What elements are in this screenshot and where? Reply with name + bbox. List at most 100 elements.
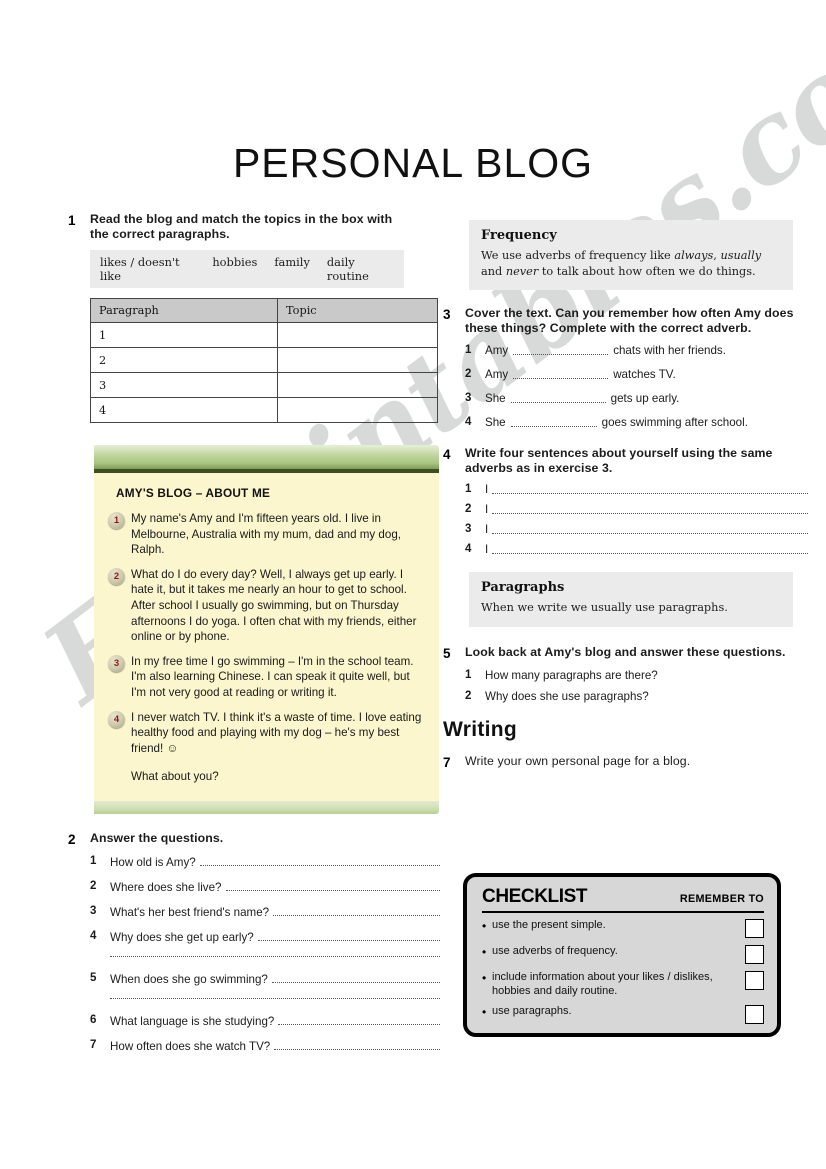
table-row: 1	[90, 322, 438, 348]
match-table: Paragraph Topic 1 2 3 4	[90, 298, 438, 423]
checklist-checkbox[interactable]	[745, 919, 764, 938]
answer-line[interactable]	[271, 971, 440, 983]
answer-line[interactable]	[278, 1013, 440, 1025]
question-number: 1	[90, 854, 97, 867]
question-text: Why does she use paragraphs?	[485, 689, 649, 703]
sentence-prefix: I	[485, 523, 489, 536]
frequency-box-text: We use adverbs of frequency like always,…	[481, 248, 781, 279]
exercise-4-number: 4	[443, 447, 451, 462]
exercise-3: 3 Cover the text. Can you remember how o…	[443, 306, 808, 430]
exercise-4: 4 Write four sentences about yourself us…	[443, 446, 808, 558]
blog-closing-line: What about you?	[131, 770, 219, 784]
question-text: How old is Amy?	[110, 855, 196, 869]
blog-body: AMY'S BLOG – ABOUT ME 1 My name's Amy an…	[94, 473, 439, 801]
item-number: 1	[465, 344, 472, 356]
table-cell-topic[interactable]	[277, 347, 438, 373]
question-number: 5	[90, 971, 97, 984]
frequency-adverb-always: always	[674, 249, 714, 262]
paragraph-number-badge: 3	[108, 654, 125, 672]
blog-paragraph: 1 My name's Amy and I'm fifteen years ol…	[108, 511, 425, 558]
question-text: Where does she live?	[110, 880, 222, 894]
exercise-5-head: 5 Look back at Amy's blog and answer the…	[443, 645, 808, 661]
paragraph-number-badge: 4	[108, 710, 125, 728]
topic-item: hobbies	[212, 255, 258, 269]
exercise-5-questions: 1 How many paragraphs are there? 2 Why d…	[465, 668, 808, 704]
checklist-title: CHECKLIST	[482, 886, 588, 907]
answer-line-continued[interactable]	[110, 945, 440, 957]
answer-line-continued[interactable]	[110, 987, 440, 999]
checklist-checkbox[interactable]	[745, 971, 764, 990]
blank-input[interactable]	[513, 367, 609, 379]
question-text: What's her best friend's name?	[110, 905, 270, 919]
item-number: 2	[465, 368, 472, 380]
question-number: 7	[90, 1038, 97, 1051]
question-row: 7 How often does she watch TV?	[90, 1038, 440, 1054]
item-number: 3	[465, 523, 472, 535]
frequency-adverb-usually: usually	[720, 249, 762, 262]
blank-input[interactable]	[513, 343, 609, 355]
answer-line[interactable]	[492, 482, 808, 494]
blank-input[interactable]	[510, 391, 606, 403]
paragraphs-box-text: When we write we usually use paragraphs.	[481, 601, 728, 614]
sentence-prefix: I	[485, 503, 489, 516]
bullet-icon: •	[482, 945, 487, 959]
item-number: 4	[465, 416, 472, 428]
table-row: 4	[90, 397, 438, 423]
answer-line[interactable]	[492, 542, 808, 554]
item-number: 3	[465, 392, 472, 404]
answer-line[interactable]	[274, 1038, 440, 1050]
paragraphs-info-box: Paragraphs When we write we usually use …	[469, 572, 793, 627]
checklist-item: • use adverbs of frequency.	[482, 945, 764, 964]
topics-box: likes / doesn't like hobbies family dail…	[90, 250, 404, 288]
question-text: What language is she studying?	[110, 1014, 275, 1028]
fill-blank-row: 2 Amy watches TV.	[465, 367, 808, 382]
answer-line[interactable]	[199, 854, 440, 866]
sentence-row: 1 I	[465, 482, 808, 498]
exercise-2: 2 Answer the questions. 1 How old is Amy…	[68, 831, 440, 1054]
table-cell-topic[interactable]	[277, 397, 438, 423]
sentence-prefix: I	[485, 483, 489, 496]
blank-input[interactable]	[510, 415, 597, 427]
question-row: 4 Why does she get up early?	[90, 929, 440, 962]
checklist-item: • include information about your likes /…	[482, 971, 764, 998]
exercise-2-questions: 1 How old is Amy? 2 Where does she live?	[90, 854, 440, 1054]
paragraphs-box-title: Paragraphs	[481, 580, 565, 595]
fill-blank-row: 1 Amy chats with her friends.	[465, 343, 808, 358]
checklist-box: CHECKLIST REMEMBER TO • use the present …	[463, 873, 781, 1037]
blank-suffix: watches TV.	[613, 368, 676, 381]
answer-line[interactable]	[273, 904, 440, 916]
blog-paragraph-text: I never watch TV. I think it's a waste o…	[131, 710, 422, 755]
blank-suffix: goes swimming after school.	[601, 416, 748, 429]
table-header-row: Paragraph Topic	[90, 298, 438, 323]
blog-bottom-bar	[94, 800, 439, 814]
checklist-item: • use paragraphs.	[482, 1005, 764, 1024]
blog-paragraph: 4 I never watch TV. I think it's a waste…	[108, 710, 425, 757]
answer-line[interactable]	[257, 929, 440, 941]
checklist-checkbox[interactable]	[745, 1005, 764, 1024]
right-column: Frequency We use adverbs of frequency li…	[443, 220, 808, 770]
question-text: How many paragraphs are there?	[485, 668, 658, 682]
checklist-checkbox[interactable]	[745, 945, 764, 964]
table-cell-topic[interactable]	[277, 322, 438, 348]
table-cell-paragraph: 4	[90, 397, 278, 423]
bullet-icon: •	[482, 971, 487, 985]
page-title: PERSONAL BLOG	[232, 140, 594, 186]
frequency-text-part: to talk about how often we do things.	[538, 264, 756, 278]
question-number: 4	[90, 929, 97, 942]
exercise-3-head: 3 Cover the text. Can you remember how o…	[443, 306, 808, 336]
exercise-1-instruction: Read the blog and match the topics in th…	[90, 212, 393, 241]
exercise-1-head: 1 Read the blog and match the topics in …	[68, 212, 440, 242]
exercise-4-head: 4 Write four sentences about yourself us…	[443, 446, 808, 476]
blog-paragraph-text: What do I do every day? Well, I always g…	[131, 567, 417, 644]
answer-line[interactable]	[492, 502, 808, 514]
blank-suffix: gets up early.	[610, 392, 680, 405]
table-cell-topic[interactable]	[277, 372, 438, 398]
worksheet-page: EslPrintables.com PERSONAL BLOG 1 Read t…	[0, 0, 826, 1169]
blank-prefix: She	[485, 416, 506, 429]
answer-line[interactable]	[225, 879, 440, 891]
item-number: 1	[465, 483, 472, 495]
writing-section-heading: Writing	[443, 717, 518, 741]
answer-line[interactable]	[492, 522, 808, 534]
blog-card: AMY'S BLOG – ABOUT ME 1 My name's Amy an…	[94, 445, 439, 814]
blog-heading: AMY'S BLOG – ABOUT ME	[116, 486, 271, 500]
